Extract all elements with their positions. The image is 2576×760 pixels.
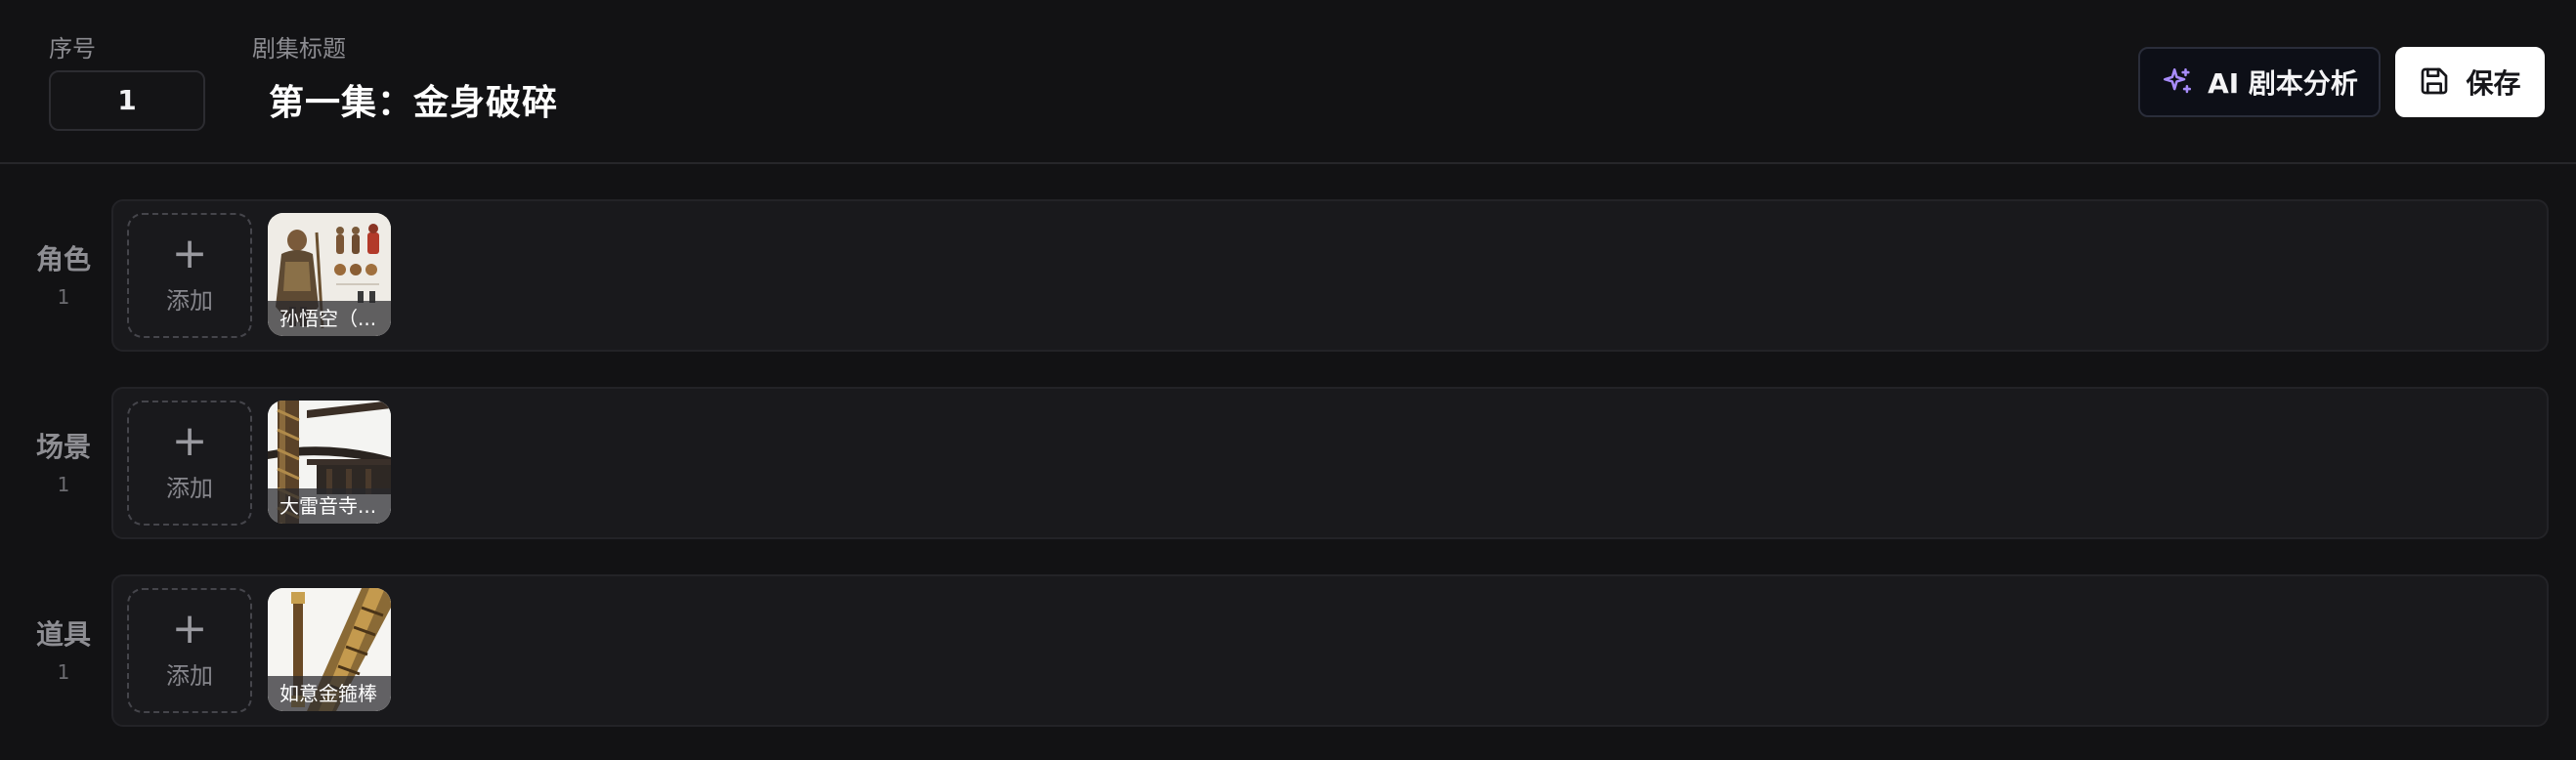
row-count: 1 bbox=[57, 660, 70, 684]
asset-caption: 大雷音寺... bbox=[268, 488, 391, 524]
characters-panel: + 添加 孙悟空（... bbox=[111, 199, 2549, 352]
character-asset-card[interactable]: 孙悟空（... bbox=[268, 213, 391, 336]
plus-icon: + bbox=[171, 416, 208, 466]
episode-editor: 序号 1 剧集标题 第一集：金身破碎 AI 剧本分析 保存 角色 1 + 添加 … bbox=[0, 0, 2576, 760]
plus-icon: + bbox=[171, 229, 208, 278]
row-name: 道具 bbox=[35, 618, 91, 651]
sequence-label: 序号 bbox=[49, 35, 96, 63]
scenes-panel: + 添加 大雷音寺... bbox=[111, 387, 2549, 539]
row-count: 1 bbox=[57, 285, 70, 309]
asset-caption: 孙悟空（... bbox=[268, 301, 391, 336]
row-label-scenes: 场景 1 bbox=[29, 426, 98, 496]
add-label: 添加 bbox=[166, 287, 213, 315]
add-label: 添加 bbox=[166, 475, 213, 502]
sparkles-icon bbox=[2161, 65, 2194, 99]
row-name: 场景 bbox=[35, 431, 91, 463]
episode-header: 序号 1 剧集标题 第一集：金身破碎 AI 剧本分析 保存 bbox=[0, 0, 2576, 164]
row-label-characters: 角色 1 bbox=[29, 238, 98, 309]
scene-asset-card[interactable]: 大雷音寺... bbox=[268, 401, 391, 524]
add-character-button[interactable]: + 添加 bbox=[127, 213, 252, 338]
plus-icon: + bbox=[171, 604, 208, 654]
episode-title-input[interactable]: 第一集：金身破碎 bbox=[269, 74, 558, 125]
add-label: 添加 bbox=[166, 662, 213, 690]
row-name: 角色 bbox=[35, 243, 91, 275]
prop-asset-card[interactable]: 如意金箍棒 bbox=[268, 588, 391, 711]
ai-script-analysis-button[interactable]: AI 剧本分析 bbox=[2138, 47, 2381, 117]
ai-script-analysis-label: AI 剧本分析 bbox=[2208, 67, 2358, 100]
add-prop-button[interactable]: + 添加 bbox=[127, 588, 252, 713]
add-scene-button[interactable]: + 添加 bbox=[127, 401, 252, 526]
row-label-props: 道具 1 bbox=[29, 613, 98, 684]
props-panel: + 添加 如意金箍棒 bbox=[111, 574, 2549, 727]
episode-title-label: 剧集标题 bbox=[252, 35, 346, 63]
save-label: 保存 bbox=[2466, 67, 2521, 100]
save-icon bbox=[2419, 65, 2452, 99]
sequence-input[interactable]: 1 bbox=[49, 70, 205, 131]
save-button[interactable]: 保存 bbox=[2395, 47, 2545, 117]
row-count: 1 bbox=[57, 473, 70, 496]
asset-caption: 如意金箍棒 bbox=[268, 676, 391, 711]
